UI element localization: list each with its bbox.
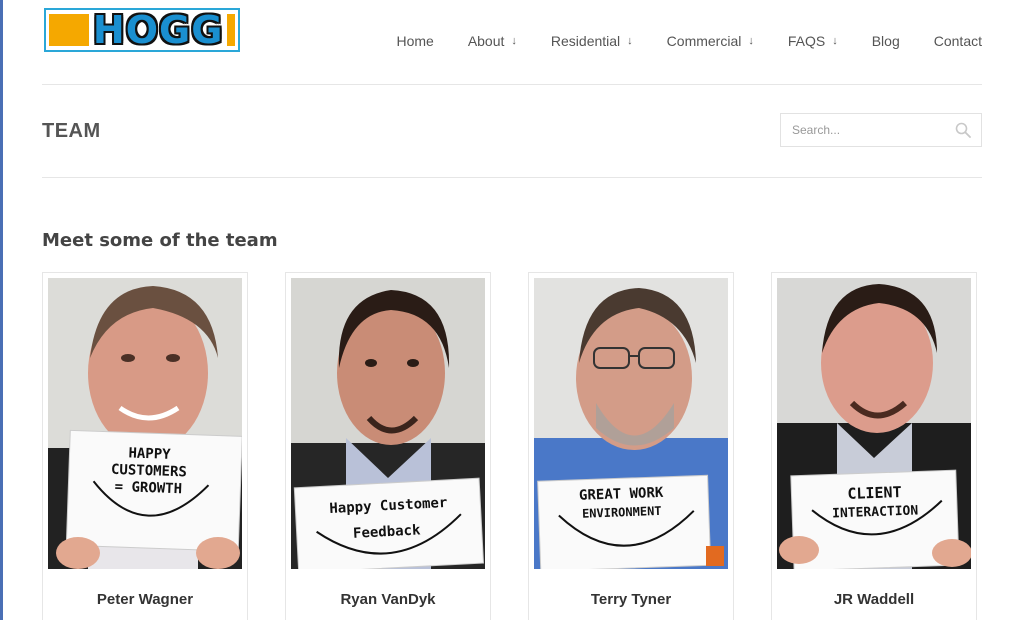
sign-text-line: ENVIRONMENT bbox=[582, 504, 662, 521]
team-member-name: Ryan VanDyk bbox=[340, 591, 436, 608]
team-card[interactable]: HAPPY CUSTOMERS = GROWTH Peter Wagner bbox=[42, 272, 248, 620]
header-divider bbox=[42, 84, 982, 85]
team-member-name: Terry Tyner bbox=[590, 591, 672, 608]
sign-text-line: GREAT WORK bbox=[579, 485, 664, 504]
nav-contact-label: Contact bbox=[933, 33, 982, 49]
nav-faqs[interactable]: FAQS ↓ bbox=[788, 33, 838, 49]
nav-blog-label: Blog bbox=[871, 33, 900, 49]
dropdown-arrow-icon: ↓ bbox=[627, 35, 633, 47]
sign-text-line: = GROWTH bbox=[114, 479, 182, 497]
team-member-name: Peter Wagner bbox=[96, 591, 194, 608]
nav-residential[interactable]: Residential ↓ bbox=[551, 33, 633, 49]
nav-about-label: About bbox=[467, 33, 505, 49]
sign-text-line: INTERACTION bbox=[832, 503, 919, 521]
nav-home-label: Home bbox=[396, 33, 434, 49]
nav-contact[interactable]: Contact bbox=[934, 33, 982, 49]
team-member-name: JR Waddell bbox=[833, 591, 915, 608]
sign-text-line: CUSTOMERS bbox=[111, 462, 187, 481]
title-divider bbox=[42, 177, 982, 178]
logo-orange-block bbox=[49, 14, 89, 46]
hogg-logo[interactable]: HOGG bbox=[44, 8, 240, 52]
nav-commercial-label: Commercial bbox=[666, 33, 742, 49]
team-card[interactable]: GREAT WORK ENVIRONMENT Terry Tyner bbox=[528, 272, 734, 620]
sign-text-line: HAPPY bbox=[128, 445, 171, 462]
page-title: TEAM bbox=[42, 120, 101, 142]
search-input[interactable] bbox=[781, 114, 941, 146]
dropdown-arrow-icon: ↓ bbox=[511, 35, 517, 47]
nav-blog[interactable]: Blog bbox=[872, 33, 900, 49]
nav-home[interactable]: Home bbox=[396, 33, 433, 49]
nav-residential-label: Residential bbox=[550, 33, 621, 49]
search-box bbox=[780, 113, 982, 147]
dropdown-arrow-icon: ↓ bbox=[832, 35, 838, 47]
nav-faqs-label: FAQS bbox=[787, 33, 826, 49]
team-photo: GREAT WORK ENVIRONMENT bbox=[534, 278, 728, 569]
search-icon[interactable] bbox=[955, 122, 971, 138]
team-photo: CLIENT INTERACTION bbox=[777, 278, 971, 569]
logo-orange-bar bbox=[227, 14, 235, 46]
section-heading: Meet some of the team bbox=[42, 230, 278, 251]
left-edge-strip bbox=[0, 0, 3, 620]
nav-commercial[interactable]: Commercial ↓ bbox=[667, 33, 754, 49]
team-card[interactable]: Happy Customer Feedback Ryan VanDyk bbox=[285, 272, 491, 620]
logo-text: HOGG bbox=[92, 8, 224, 52]
dropdown-arrow-icon: ↓ bbox=[748, 35, 754, 47]
main-nav: Home About ↓ Residential ↓ Commercial ↓ FAQ… bbox=[362, 33, 982, 49]
team-photo: HAPPY CUSTOMERS = GROWTH bbox=[48, 278, 242, 569]
sign-text-line: CLIENT bbox=[847, 483, 902, 503]
team-photo: Happy Customer Feedback bbox=[291, 278, 485, 569]
nav-about[interactable]: About ↓ bbox=[468, 33, 517, 49]
team-card[interactable]: CLIENT INTERACTION JR Waddell bbox=[771, 272, 977, 620]
